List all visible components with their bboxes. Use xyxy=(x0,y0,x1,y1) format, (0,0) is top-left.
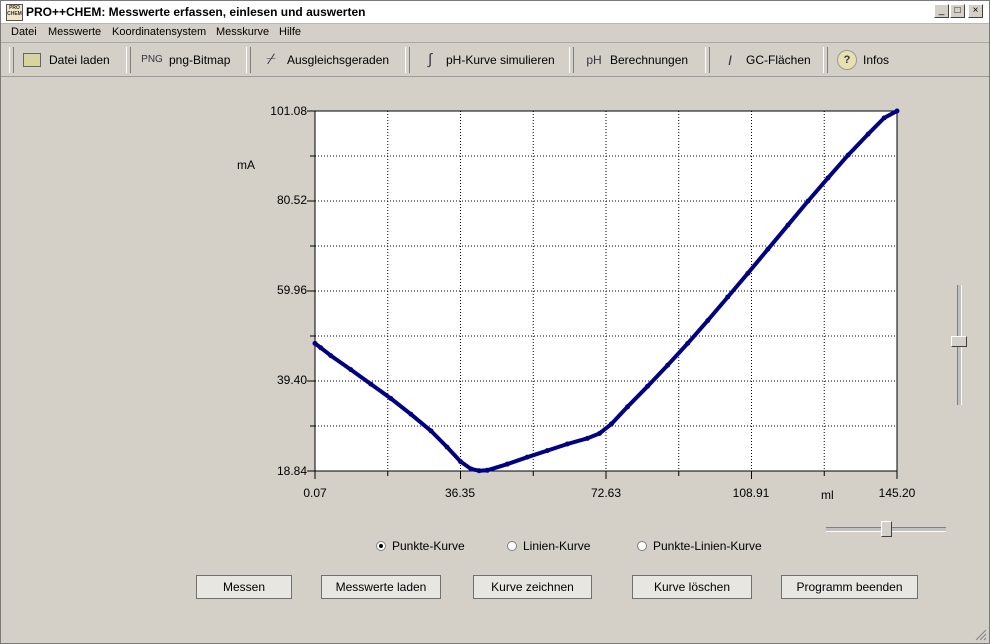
data-point xyxy=(785,222,791,228)
data-point xyxy=(444,444,450,450)
data-point xyxy=(457,459,463,465)
x-tick-label: 36.35 xyxy=(444,486,476,500)
radio-linien-kurve[interactable]: Linien-Kurve xyxy=(507,539,590,553)
data-point xyxy=(524,454,530,460)
radio-indicator[interactable] xyxy=(376,541,386,551)
x-axis-label: ml xyxy=(821,488,834,502)
data-point xyxy=(705,318,711,324)
radio-label: Linien-Kurve xyxy=(523,539,591,553)
x-tick-label: 145.20 xyxy=(878,486,916,500)
data-point xyxy=(608,421,614,427)
data-point xyxy=(544,448,550,454)
y-tick-label: 39.40 xyxy=(276,373,307,387)
radio-indicator[interactable] xyxy=(507,541,517,551)
messwerte-laden-button[interactable]: Messwerte laden xyxy=(321,575,441,599)
y-axis-label: mA xyxy=(237,158,255,172)
measurement-chart xyxy=(307,108,900,479)
y-tick-label: 80.52 xyxy=(276,193,307,207)
data-point xyxy=(348,367,354,373)
data-point xyxy=(312,340,318,346)
data-point xyxy=(685,340,691,346)
vertical-slider-thumb[interactable] xyxy=(951,336,967,348)
data-point xyxy=(881,115,887,121)
data-point xyxy=(318,345,324,351)
messen-button[interactable]: Messen xyxy=(196,575,292,599)
data-point xyxy=(504,461,510,467)
radio-punkte-kurve[interactable]: Punkte-Kurve xyxy=(376,539,465,553)
data-point xyxy=(388,396,394,402)
data-point xyxy=(865,131,871,137)
y-tick-label: 18.84 xyxy=(276,464,307,478)
radio-indicator[interactable] xyxy=(637,541,647,551)
resize-grip-icon[interactable] xyxy=(975,629,987,641)
data-point xyxy=(328,353,334,359)
data-point xyxy=(484,467,490,473)
data-point xyxy=(476,468,482,474)
data-point xyxy=(665,362,671,368)
data-point xyxy=(645,383,651,389)
horizontal-slider-thumb[interactable] xyxy=(880,521,892,537)
app-window: PRO CHEM PRO++CHEM: Messwerte erfassen, … xyxy=(0,0,990,644)
radio-label: Punkte-Kurve xyxy=(392,539,465,553)
data-point xyxy=(428,428,434,434)
kurve-loeschen-button[interactable]: Kurve löschen xyxy=(632,575,752,599)
x-tick-label: 0.07 xyxy=(303,486,327,500)
data-point xyxy=(725,294,731,300)
x-tick-label: 72.63 xyxy=(590,486,622,500)
data-point xyxy=(745,270,751,276)
data-point xyxy=(765,246,771,252)
y-tick-label: 59.96 xyxy=(276,283,307,297)
data-point xyxy=(564,441,570,447)
data-point xyxy=(894,108,900,114)
data-point xyxy=(825,175,831,181)
y-tick-label: 101.08 xyxy=(270,104,307,118)
data-point xyxy=(368,381,374,387)
radio-label: Punkte-Linien-Kurve xyxy=(653,539,762,553)
radio-punkte-linien-kurve[interactable]: Punkte-Linien-Kurve xyxy=(637,539,762,553)
data-point xyxy=(845,152,851,158)
x-tick-label: 108.91 xyxy=(732,486,770,500)
programm-beenden-button[interactable]: Programm beenden xyxy=(781,575,918,599)
kurve-zeichnen-button[interactable]: Kurve zeichnen xyxy=(473,575,592,599)
data-point xyxy=(584,435,590,441)
data-point xyxy=(468,466,474,472)
data-point xyxy=(596,431,602,437)
data-point xyxy=(805,198,811,204)
data-point xyxy=(625,404,631,410)
data-point xyxy=(408,411,414,417)
